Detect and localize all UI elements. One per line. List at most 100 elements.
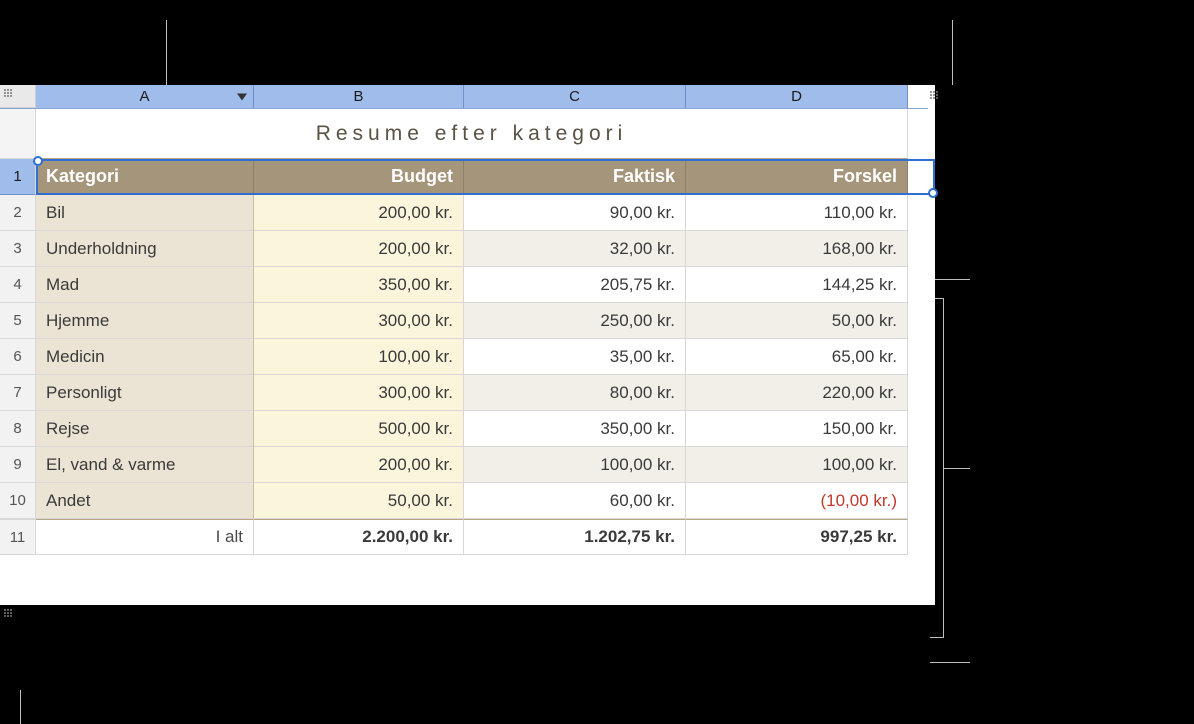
- cell-text: 250,00 kr.: [600, 311, 675, 331]
- cell-text: Budget: [391, 166, 453, 187]
- column-header-row: A B C D: [0, 85, 928, 109]
- cell-budget[interactable]: 300,00 kr.: [254, 375, 464, 411]
- table-corner-handle[interactable]: [0, 85, 36, 108]
- cell-kategori[interactable]: Hjemme: [36, 303, 254, 339]
- callout-line: [20, 690, 21, 724]
- column-header-b[interactable]: B: [254, 85, 464, 108]
- cell-budget[interactable]: 50,00 kr.: [254, 483, 464, 519]
- cell-text: 300,00 kr.: [378, 383, 453, 403]
- column-header-d[interactable]: D: [686, 85, 908, 108]
- cell-text: 200,00 kr.: [378, 455, 453, 475]
- cell-text: Rejse: [46, 419, 89, 439]
- cell-forskel[interactable]: 168,00 kr.: [686, 231, 908, 267]
- cell-faktisk[interactable]: 80,00 kr.: [464, 375, 686, 411]
- cell-kategori[interactable]: Andet: [36, 483, 254, 519]
- row-number: 11: [10, 529, 26, 546]
- footer-forskel[interactable]: 997,25 kr.: [686, 519, 908, 555]
- cell-text: 997,25 kr.: [820, 527, 897, 547]
- cell-kategori[interactable]: Underholdning: [36, 231, 254, 267]
- cell-faktisk[interactable]: 205,75 kr.: [464, 267, 686, 303]
- cell-text: 500,00 kr.: [378, 419, 453, 439]
- cell-faktisk[interactable]: 250,00 kr.: [464, 303, 686, 339]
- header-cell-kategori[interactable]: Kategori: [36, 159, 254, 195]
- cell-kategori[interactable]: Mad: [36, 267, 254, 303]
- header-cell-forskel[interactable]: Forskel: [686, 159, 908, 195]
- cell-kategori[interactable]: Medicin: [36, 339, 254, 375]
- row-header-1[interactable]: 1: [0, 159, 36, 195]
- callout-line: [930, 662, 970, 663]
- spreadsheet-table: A B C D Resume efter kategori 1 Kategori…: [0, 85, 935, 605]
- row-header-blank[interactable]: [0, 109, 36, 159]
- cell-faktisk[interactable]: 350,00 kr.: [464, 411, 686, 447]
- cell-text: 350,00 kr.: [378, 275, 453, 295]
- cell-forskel[interactable]: 150,00 kr.: [686, 411, 908, 447]
- footer-budget[interactable]: 2.200,00 kr.: [254, 519, 464, 555]
- cell-forskel[interactable]: 110,00 kr.: [686, 195, 908, 231]
- header-cell-budget[interactable]: Budget: [254, 159, 464, 195]
- add-row-handle[interactable]: [2, 607, 14, 619]
- row-header-11[interactable]: 11: [0, 519, 36, 555]
- cell-budget[interactable]: 100,00 kr.: [254, 339, 464, 375]
- cell-text: 35,00 kr.: [610, 347, 675, 367]
- table-title[interactable]: Resume efter kategori: [36, 109, 908, 159]
- column-header-a[interactable]: A: [36, 85, 254, 108]
- footer-faktisk[interactable]: 1.202,75 kr.: [464, 519, 686, 555]
- cell-forskel[interactable]: 220,00 kr.: [686, 375, 908, 411]
- cell-forskel[interactable]: 100,00 kr.: [686, 447, 908, 483]
- cell-budget[interactable]: 500,00 kr.: [254, 411, 464, 447]
- row-header-7[interactable]: 7: [0, 375, 36, 411]
- cell-budget[interactable]: 200,00 kr.: [254, 231, 464, 267]
- cell-forskel[interactable]: 144,25 kr.: [686, 267, 908, 303]
- cell-faktisk[interactable]: 90,00 kr.: [464, 195, 686, 231]
- table-title-text: Resume efter kategori: [316, 122, 628, 146]
- cell-faktisk[interactable]: 100,00 kr.: [464, 447, 686, 483]
- column-menu-dropdown-icon[interactable]: [237, 93, 247, 100]
- cell-text: 150,00 kr.: [822, 419, 897, 439]
- cell-forskel[interactable]: 50,00 kr.: [686, 303, 908, 339]
- cell-faktisk[interactable]: 60,00 kr.: [464, 483, 686, 519]
- row-number: 2: [13, 204, 21, 221]
- cell-kategori[interactable]: Personligt: [36, 375, 254, 411]
- cell-text: Faktisk: [613, 166, 675, 187]
- column-label: D: [791, 88, 802, 105]
- cell-text: 80,00 kr.: [610, 383, 675, 403]
- grip-icon: [2, 87, 14, 99]
- row-header-10[interactable]: 10: [0, 483, 36, 519]
- cell-text: Kategori: [46, 166, 119, 187]
- row-header-5[interactable]: 5: [0, 303, 36, 339]
- cell-budget[interactable]: 200,00 kr.: [254, 195, 464, 231]
- cell-budget[interactable]: 200,00 kr.: [254, 447, 464, 483]
- cell-text: 50,00 kr.: [388, 491, 453, 511]
- row-header-3[interactable]: 3: [0, 231, 36, 267]
- cell-text: 100,00 kr.: [600, 455, 675, 475]
- row-header-8[interactable]: 8: [0, 411, 36, 447]
- add-column-handle[interactable]: [928, 89, 940, 101]
- cell-faktisk[interactable]: 32,00 kr.: [464, 231, 686, 267]
- cell-forskel[interactable]: 65,00 kr.: [686, 339, 908, 375]
- table-row: 6 Medicin 100,00 kr. 35,00 kr. 65,00 kr.: [0, 339, 935, 375]
- cell-text: 50,00 kr.: [832, 311, 897, 331]
- cell-faktisk[interactable]: 35,00 kr.: [464, 339, 686, 375]
- row-number: 8: [13, 420, 21, 437]
- row-header-4[interactable]: 4: [0, 267, 36, 303]
- cell-budget[interactable]: 300,00 kr.: [254, 303, 464, 339]
- cell-kategori[interactable]: Rejse: [36, 411, 254, 447]
- cell-kategori[interactable]: Bil: [36, 195, 254, 231]
- cell-kategori[interactable]: El, vand & varme: [36, 447, 254, 483]
- row-header-2[interactable]: 2: [0, 195, 36, 231]
- cell-forskel[interactable]: (10,00 kr.): [686, 483, 908, 519]
- cell-budget[interactable]: 350,00 kr.: [254, 267, 464, 303]
- header-cell-faktisk[interactable]: Faktisk: [464, 159, 686, 195]
- cell-text: 220,00 kr.: [822, 383, 897, 403]
- row-header-6[interactable]: 6: [0, 339, 36, 375]
- cell-text: 100,00 kr.: [822, 455, 897, 475]
- row-number: 7: [13, 384, 21, 401]
- footer-label-cell[interactable]: I alt: [36, 519, 254, 555]
- callout-line: [952, 20, 953, 85]
- cell-text: 65,00 kr.: [832, 347, 897, 367]
- row-header-9[interactable]: 9: [0, 447, 36, 483]
- column-header-c[interactable]: C: [464, 85, 686, 108]
- callout-line: [944, 468, 970, 469]
- row-number: 10: [9, 492, 26, 509]
- table-row: 3 Underholdning 200,00 kr. 32,00 kr. 168…: [0, 231, 935, 267]
